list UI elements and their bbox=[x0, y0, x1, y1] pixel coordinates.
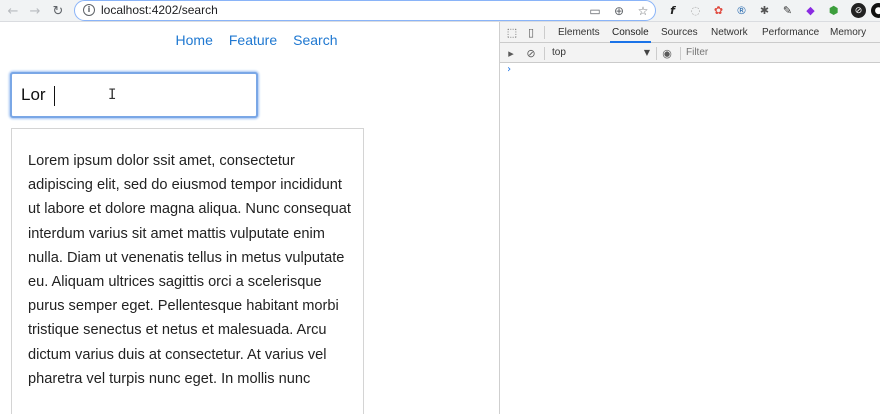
nav-link-search[interactable]: Search bbox=[293, 32, 337, 48]
device-toolbar-icon[interactable]: ▯ bbox=[524, 25, 538, 39]
text-caret bbox=[54, 86, 55, 106]
zoom-icon[interactable]: ⊕ bbox=[611, 3, 627, 19]
color-wheel-extension-icon[interactable]: ✿ bbox=[711, 3, 726, 18]
context-value: top bbox=[552, 47, 566, 58]
search-input[interactable] bbox=[12, 74, 256, 116]
profile-extension-icon[interactable]: ● bbox=[871, 3, 880, 18]
inspect-element-icon[interactable]: ⬚ bbox=[505, 25, 519, 39]
bookmark-star-icon[interactable]: ☆ bbox=[635, 3, 651, 19]
back-icon[interactable]: ← bbox=[4, 2, 22, 20]
purple-extension-icon[interactable]: ◆ bbox=[803, 3, 818, 18]
devtools-tabbar: ⬚ ▯ Elements Console Sources Network Per… bbox=[500, 22, 880, 43]
context-select[interactable]: top ▼ bbox=[550, 45, 650, 61]
tab-console[interactable]: Console bbox=[610, 22, 651, 43]
bug-extension-icon[interactable]: ✱ bbox=[757, 3, 772, 18]
card-text: Lorem ipsum dolor ssit amet, consectetur… bbox=[28, 153, 351, 387]
live-expression-eye-icon[interactable]: ◉ bbox=[660, 46, 674, 60]
tab-elements[interactable]: Elements bbox=[556, 22, 602, 43]
eyedropper-extension-icon[interactable]: ✎ bbox=[780, 3, 795, 18]
devtools-panel: ⬚ ▯ Elements Console Sources Network Per… bbox=[500, 22, 880, 414]
web-page: Home Feature Search I Lorem ipsum dolor … bbox=[0, 22, 499, 414]
result-card: Lorem ipsum dolor ssit amet, consectetur… bbox=[11, 128, 364, 414]
nav-link-home[interactable]: Home bbox=[176, 32, 213, 48]
r-extension-icon[interactable]: ® bbox=[734, 3, 749, 18]
console-sidebar-icon[interactable]: ▸ bbox=[504, 46, 518, 60]
extension-icon[interactable]: ◌ bbox=[688, 3, 703, 18]
ibeam-cursor-icon: I bbox=[108, 87, 117, 103]
clear-console-icon[interactable]: ⊘ bbox=[524, 46, 538, 60]
nav-link-feature[interactable]: Feature bbox=[229, 32, 277, 48]
console-filter-input[interactable] bbox=[686, 45, 876, 61]
toolbar-separator bbox=[680, 47, 681, 60]
tab-memory[interactable]: Memory bbox=[828, 22, 868, 43]
console-prompt[interactable]: › bbox=[506, 64, 512, 75]
tab-separator bbox=[544, 26, 545, 39]
tab-network[interactable]: Network bbox=[709, 22, 750, 43]
tab-performance[interactable]: Performance bbox=[760, 22, 821, 43]
search-box[interactable]: I bbox=[10, 72, 258, 118]
forward-icon[interactable]: → bbox=[26, 2, 44, 20]
node-extension-icon[interactable]: ⬢ bbox=[826, 3, 841, 18]
toolbar-separator bbox=[544, 47, 545, 60]
address-bar[interactable]: i localhost:4202/search ▭ ⊕ ☆ bbox=[74, 0, 656, 21]
function-extension-icon[interactable]: f bbox=[665, 3, 680, 18]
toolbar-separator bbox=[656, 47, 657, 60]
tab-sources[interactable]: Sources bbox=[659, 22, 700, 43]
top-nav: Home Feature Search bbox=[0, 32, 499, 48]
url-text: localhost:4202/search bbox=[101, 3, 218, 17]
info-icon[interactable]: i bbox=[83, 4, 95, 16]
console-toolbar: ▸ ⊘ top ▼ ◉ bbox=[500, 43, 880, 63]
slash-extension-icon[interactable]: ⊘ bbox=[851, 3, 866, 18]
reload-icon[interactable]: ↻ bbox=[49, 2, 67, 20]
dropdown-arrow-icon: ▼ bbox=[643, 48, 650, 57]
cast-icon[interactable]: ▭ bbox=[587, 3, 603, 19]
browser-toolbar: ← → ↻ i localhost:4202/search ▭ ⊕ ☆ f ◌ … bbox=[0, 0, 880, 22]
